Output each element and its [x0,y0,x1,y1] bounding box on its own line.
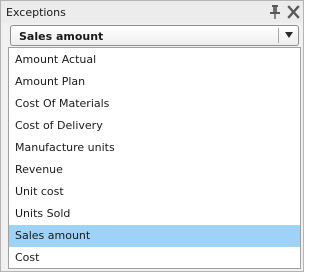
option-units-sold[interactable]: Units Sold [9,203,300,225]
option-unit-cost[interactable]: Unit cost [9,181,300,203]
panel-title: Exceptions [6,6,66,19]
option-manufacture-units[interactable]: Manufacture units [9,137,300,159]
panel-titlebar: Exceptions [1,1,303,23]
triangle-down-icon[interactable] [285,32,293,38]
dropdown-selected-value: Sales amount [19,30,104,43]
option-sales-amount[interactable]: Sales amount [9,225,300,247]
option-revenue[interactable]: Revenue [9,159,300,181]
close-icon[interactable] [287,4,300,20]
option-cost[interactable]: Cost [9,247,300,269]
dropdown-divider [278,28,279,43]
measure-dropdown[interactable]: Sales amount [10,25,299,46]
option-cost-of-materials[interactable]: Cost Of Materials [9,93,300,115]
option-cost-of-delivery[interactable]: Cost of Delivery [9,115,300,137]
option-amount-plan[interactable]: Amount Plan [9,71,300,93]
pin-icon[interactable] [268,4,282,20]
dropdown-options-list: Amount Actual Amount Plan Cost Of Materi… [8,47,301,269]
option-amount-actual[interactable]: Amount Actual [9,49,300,71]
